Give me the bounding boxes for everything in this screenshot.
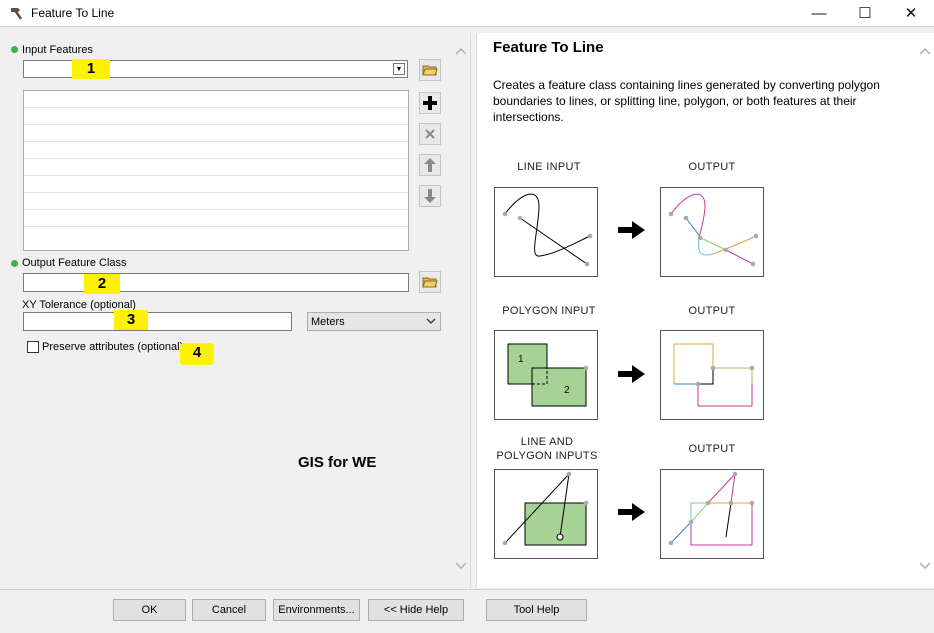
list-row	[24, 210, 408, 227]
title-divider	[0, 26, 934, 27]
arrow-right-icon	[618, 365, 645, 383]
line-input-label: LINE INPUT	[517, 161, 581, 173]
browse-output-button[interactable]	[419, 271, 441, 293]
line-output-diagram	[660, 187, 764, 277]
scroll-up-icon[interactable]	[919, 47, 931, 55]
ok-button[interactable]: OK	[113, 599, 186, 621]
plus-icon	[423, 96, 437, 110]
line-input-diagram	[494, 187, 598, 277]
tool-help-button[interactable]: Tool Help	[486, 599, 587, 621]
arrow-right-icon	[618, 503, 645, 521]
annotation-4: 4	[180, 343, 214, 365]
chevron-down-icon	[426, 318, 436, 324]
move-up-button[interactable]	[419, 154, 441, 176]
list-row	[24, 91, 408, 108]
list-row	[24, 125, 408, 142]
browse-input-button[interactable]	[419, 59, 441, 81]
close-button[interactable]: ✕	[888, 0, 934, 26]
required-indicator-icon	[11, 260, 18, 267]
list-row	[24, 176, 408, 193]
input-features-list[interactable]	[23, 90, 409, 251]
bottom-divider	[0, 589, 934, 590]
scroll-down-icon[interactable]	[455, 562, 467, 570]
output-label-1: OUTPUT	[688, 161, 736, 173]
window-title: Feature To Line	[31, 6, 115, 20]
output-class-input[interactable]	[23, 273, 409, 292]
polygon-input-diagram: 1 2	[494, 330, 598, 420]
units-select[interactable]: Meters	[307, 312, 441, 331]
help-pane: Feature To Line Creates a feature class …	[476, 33, 934, 588]
line-polygon-input-label: LINE AND POLYGON INPUTS	[496, 436, 598, 462]
list-row	[24, 159, 408, 176]
input-features-label: Input Features	[22, 44, 93, 56]
minimize-button[interactable]: —	[796, 0, 842, 26]
output-label-2: OUTPUT	[688, 305, 736, 317]
annotation-3: 3	[114, 310, 148, 330]
preserve-attributes-checkbox[interactable]	[27, 341, 39, 353]
title-bar: Feature To Line — ☐ ✕	[0, 0, 934, 26]
polygon-label-1: 1	[518, 354, 524, 365]
output-class-label: Output Feature Class	[22, 257, 127, 269]
environments-button[interactable]: Environments...	[273, 599, 360, 621]
output-label-3: OUTPUT	[688, 443, 736, 455]
move-down-button[interactable]	[419, 185, 441, 207]
annotation-2: 2	[84, 274, 120, 294]
watermark-text: GIS for WE	[298, 454, 377, 471]
maximize-button[interactable]: ☐	[842, 0, 888, 26]
remove-button[interactable]	[419, 123, 441, 145]
units-value: Meters	[311, 316, 345, 328]
hammer-icon	[11, 8, 23, 20]
open-folder-icon	[422, 277, 438, 288]
annotation-1: 1	[72, 59, 110, 79]
add-button[interactable]	[419, 92, 441, 114]
arrow-right-icon	[618, 221, 645, 239]
required-indicator-icon	[11, 46, 18, 53]
x-icon	[425, 129, 435, 139]
scroll-up-icon[interactable]	[455, 47, 467, 55]
arrow-up-icon	[424, 158, 436, 172]
help-title: Feature To Line	[493, 39, 604, 56]
line-polygon-output-diagram	[660, 469, 764, 559]
parameters-pane: Input Features ▼ 1 Output Feature Class …	[0, 33, 471, 588]
list-row	[24, 142, 408, 159]
list-row	[24, 193, 408, 210]
xy-tolerance-input[interactable]	[23, 312, 292, 331]
help-description: Creates a feature class containing lines…	[493, 78, 880, 124]
scroll-down-icon[interactable]	[919, 562, 931, 570]
list-row	[24, 108, 408, 125]
polygon-output-diagram	[660, 330, 764, 420]
cancel-button[interactable]: Cancel	[192, 599, 266, 621]
line-polygon-input-diagram	[494, 469, 598, 559]
polygon-label-2: 2	[564, 385, 570, 396]
hide-help-button[interactable]: << Hide Help	[368, 599, 464, 621]
arrow-down-icon	[424, 189, 436, 203]
chevron-down-icon[interactable]: ▼	[393, 63, 405, 75]
preserve-attributes-label: Preserve attributes (optional)	[42, 341, 184, 353]
polygon-input-label: POLYGON INPUT	[502, 305, 596, 317]
open-folder-icon	[422, 65, 438, 76]
